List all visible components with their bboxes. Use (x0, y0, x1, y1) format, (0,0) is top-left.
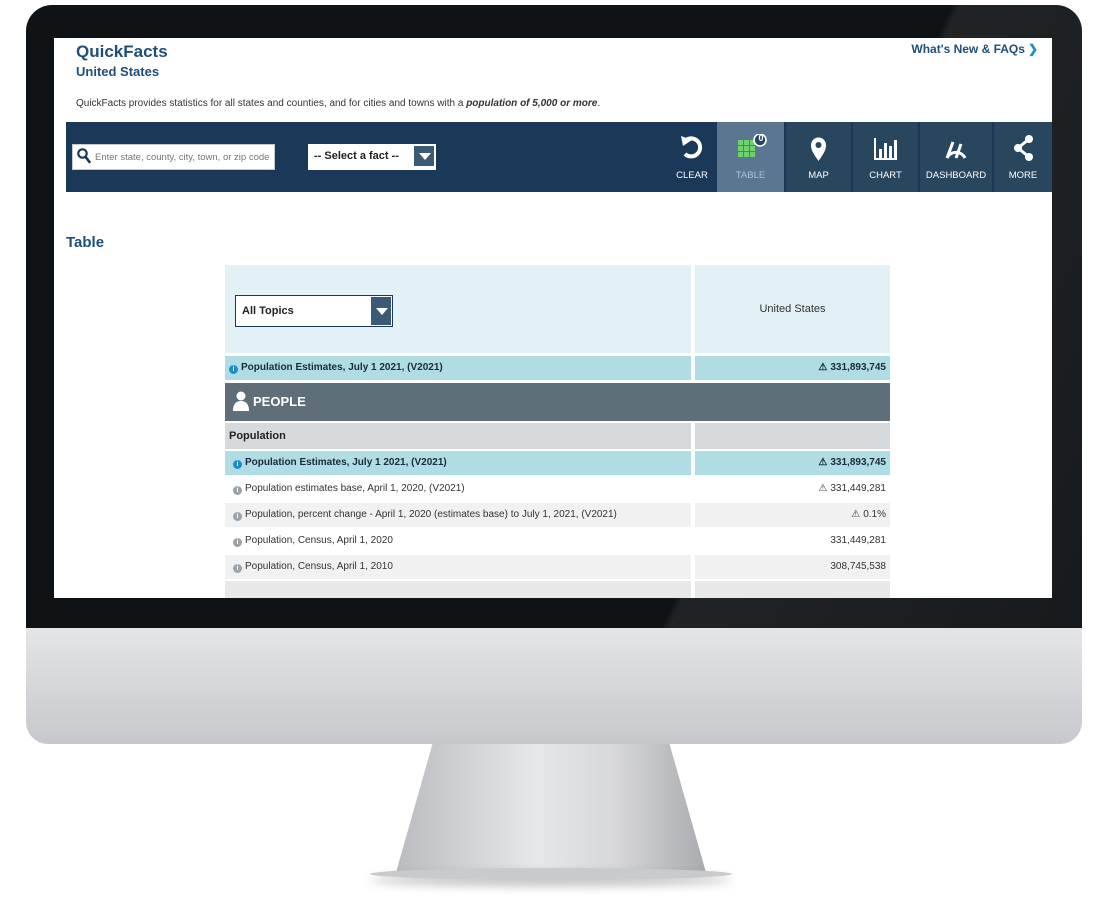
table-row[interactable]: i Population estimates base, April 1, 202… (225, 477, 691, 501)
toolbar: -- Select a fact -- CLEAR 0 TABLE M (66, 122, 1052, 192)
description-text: QuickFacts provides statistics for all s… (76, 98, 467, 109)
warning-icon[interactable]: ⚠ (818, 477, 827, 501)
row-label: Population, percent change - April 1, 20… (245, 509, 617, 520)
table-row[interactable]: i Population, percent change - April 1, 2… (225, 503, 691, 527)
row-label: Population estimates base, April 1, 2020… (245, 483, 465, 494)
info-icon[interactable]: i (229, 365, 238, 374)
chevron-right-icon: ❯ (1027, 42, 1038, 56)
clear-icon (681, 136, 703, 159)
chart-label: CHART (869, 170, 902, 181)
search-icon (77, 148, 91, 164)
table-header-left: All Topics (225, 265, 691, 353)
info-icon[interactable]: i (233, 486, 242, 495)
people-section-header[interactable]: PEOPLE (225, 383, 890, 421)
chevron-down-icon[interactable] (413, 145, 435, 167)
app-title: QuickFacts (76, 42, 168, 61)
column-header: United States (695, 265, 890, 353)
row-value: 331,449,281 (830, 483, 886, 494)
info-icon[interactable]: i (233, 538, 242, 547)
screen: QuickFacts United States What's New & FA… (54, 38, 1052, 598)
dashboard-label: DASHBOARD (925, 170, 987, 181)
summary-row-value: ⚠ 331,893,745 (695, 356, 890, 380)
topics-select[interactable]: All Topics (235, 295, 393, 327)
description-end: . (597, 98, 601, 109)
table-count-badge: 0 (758, 133, 764, 143)
table-row-value: 331,449,281 (695, 529, 890, 553)
info-icon[interactable]: i (233, 564, 242, 573)
summary-row-label[interactable]: i Population Estimates, July 1 2021, (V20… (225, 356, 691, 380)
search-box[interactable] (72, 144, 275, 170)
data-table: All Topics United States i Population Est… (225, 265, 1052, 598)
gauge-icon (945, 141, 967, 159)
table-row-value (695, 581, 890, 598)
table-row-value: ⚠ 0.1% (695, 503, 890, 527)
table-row[interactable]: i Population, Census, April 1, 2020 (225, 529, 691, 553)
row-value: 331,893,745 (830, 457, 886, 468)
table-label: TABLE (735, 170, 766, 181)
table-row[interactable]: i Population, Census, April 1, 2010 (225, 555, 691, 579)
info-icon[interactable]: i (233, 460, 242, 469)
person-icon (233, 391, 249, 411)
table-row-value: ⚠ 331,893,745 (695, 451, 890, 475)
fact-select-label: -- Select a fact -- (314, 150, 399, 162)
row-label: Population, Census, April 1, 2020 (245, 535, 393, 546)
clear-label: CLEAR (676, 170, 708, 181)
row-label: Population, Census, April 1, 2010 (245, 561, 393, 572)
monitor-chin (26, 628, 1082, 744)
table-row (225, 581, 691, 598)
table-row[interactable]: i Population Estimates, July 1 2021, (V20… (225, 451, 691, 475)
table-icon (738, 134, 767, 157)
warning-icon[interactable]: ⚠ (818, 356, 827, 380)
map-button[interactable]: MAP (786, 122, 851, 192)
dashboard-button[interactable]: DASHBOARD (920, 122, 992, 192)
clear-button[interactable]: CLEAR (664, 122, 720, 192)
chart-button[interactable]: CHART (853, 122, 918, 192)
population-section-label: Population (225, 423, 691, 449)
info-icon[interactable]: i (233, 512, 242, 521)
share-icon (1014, 135, 1033, 161)
map-pin-icon (811, 137, 826, 161)
search-input[interactable] (95, 147, 271, 167)
fact-select[interactable]: -- Select a fact -- (308, 144, 436, 170)
monitor-base (370, 868, 732, 880)
table-heading: Table (66, 234, 105, 251)
bar-chart-icon (874, 138, 897, 160)
row-label: Population Estimates, July 1 2021, (V202… (245, 457, 447, 468)
chevron-down-icon[interactable] (370, 296, 392, 326)
page-subtitle: United States (76, 64, 160, 79)
people-label: PEOPLE (253, 394, 306, 409)
table-row-value: 308,745,538 (695, 555, 890, 579)
table-row-value: ⚠ 331,449,281 (695, 477, 890, 501)
warning-icon[interactable]: ⚠ (851, 503, 860, 527)
summary-label: Population Estimates, July 1 2021, (V202… (241, 362, 443, 373)
more-button[interactable]: MORE (994, 122, 1052, 192)
table-button[interactable]: 0 TABLE (717, 122, 784, 192)
monitor-stand (395, 744, 707, 876)
warning-icon[interactable]: ⚠ (818, 451, 827, 475)
summary-value: 331,893,745 (830, 362, 886, 373)
row-value: 331,449,281 (830, 535, 886, 546)
whats-new-link[interactable]: What's New & FAQs ❯ (911, 42, 1038, 56)
description-emphasis: population of 5,000 or more (466, 98, 598, 109)
description: QuickFacts provides statistics for all s… (76, 98, 600, 109)
population-section-value (695, 423, 890, 449)
more-label: MORE (1008, 170, 1038, 181)
row-value: 308,745,538 (830, 561, 886, 572)
row-value: 0.1% (863, 509, 886, 520)
map-label: MAP (808, 170, 829, 181)
topics-select-label: All Topics (242, 305, 294, 317)
whats-new-label[interactable]: What's New & FAQs (911, 42, 1025, 56)
